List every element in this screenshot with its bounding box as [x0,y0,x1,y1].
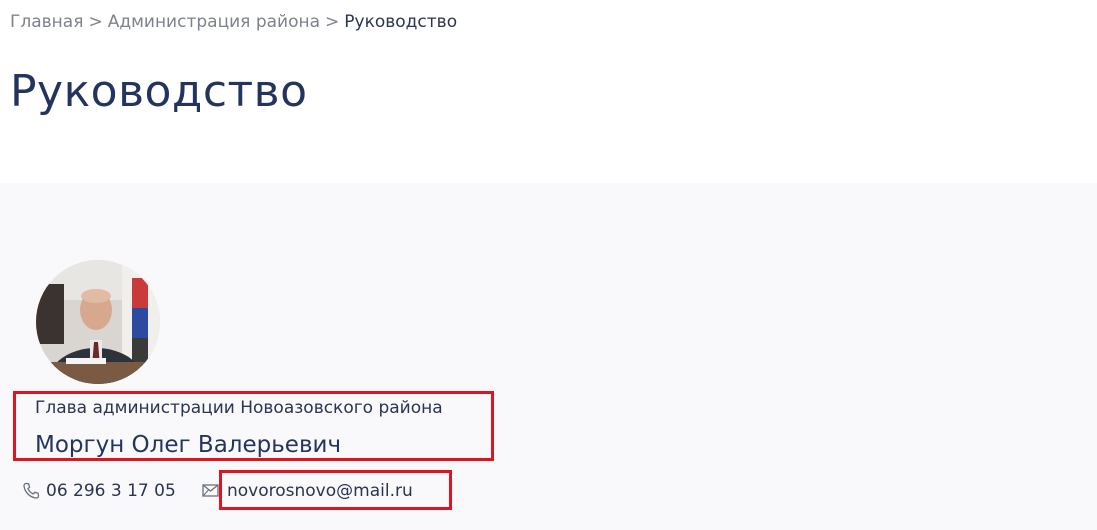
breadcrumb-separator: > [88,12,103,32]
phone-icon [21,481,41,501]
content-area [0,183,1097,530]
breadcrumb-home-link[interactable]: Главная [10,12,83,32]
breadcrumb-current: Руководство [344,12,458,32]
email-link[interactable]: novorosnovo@mail.ru [227,480,413,502]
breadcrumb-separator: > [325,12,340,32]
phone-number[interactable]: 06 296 3 17 05 [46,480,176,502]
person-name: Моргун Олег Валерьевич [35,432,342,458]
avatar [36,260,160,384]
mail-icon [201,482,221,500]
page-title: Руководство [10,66,308,117]
person-position: Глава администрации Новоазовского района [35,398,443,418]
breadcrumb: Главная > Администрация района > Руководство [10,10,457,34]
breadcrumb-administration-link[interactable]: Администрация района [108,12,320,32]
